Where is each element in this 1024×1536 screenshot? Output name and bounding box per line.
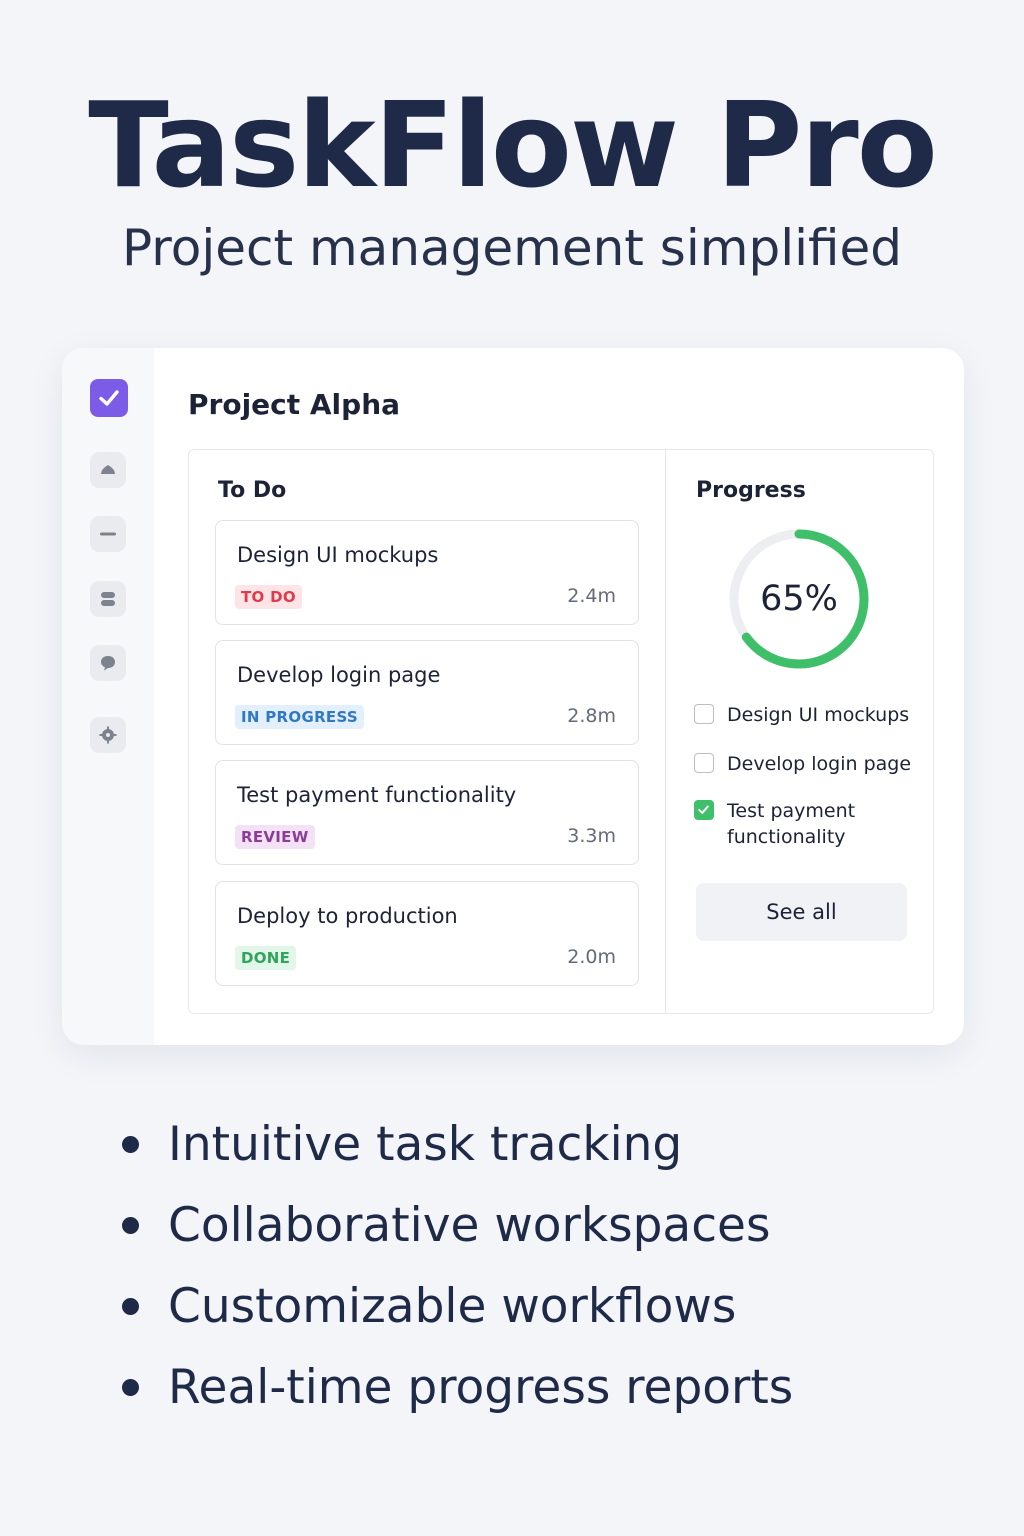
status-badge: DONE [235, 946, 297, 970]
checkbox[interactable] [694, 800, 714, 820]
database-icon [101, 592, 115, 606]
app-logo[interactable] [90, 379, 128, 417]
task-title: Design UI mockups [237, 543, 439, 567]
feature-text: Real-time progress reports [168, 1360, 794, 1415]
home-icon [101, 465, 115, 474]
sidebar-item-settings[interactable] [90, 717, 126, 753]
sidebar-item-minus[interactable] [90, 516, 126, 552]
see-all-button[interactable]: See all [696, 883, 907, 941]
feature-item: Real-time progress reports [122, 1353, 982, 1434]
feature-text: Collaborative workspaces [168, 1198, 771, 1253]
gear-icon [99, 726, 117, 744]
status-badge: REVIEW [235, 825, 315, 849]
task-title: Test payment functionality [237, 783, 517, 807]
feature-list: Intuitive task tracking Collaborative wo… [122, 1110, 982, 1434]
checklist-label: Test payment functionality [727, 800, 856, 848]
task-time: 2.8m [567, 705, 616, 727]
feature-item: Intuitive task tracking [122, 1110, 982, 1191]
task-card[interactable]: Design UI mockups TO DO 2.4m [215, 520, 639, 625]
chat-icon [101, 656, 115, 671]
hero-title: TaskFlow Pro [88, 76, 938, 214]
sidebar-item-database[interactable] [90, 581, 126, 617]
progress-percent: 65% [760, 579, 838, 619]
feature-text: Customizable workflows [168, 1279, 737, 1334]
task-time: 2.4m [567, 585, 616, 607]
feature-item: Customizable workflows [122, 1272, 982, 1353]
bullet-icon [122, 1136, 139, 1153]
task-card[interactable]: Test payment functionality REVIEW 3.3m [215, 760, 639, 865]
checklist-label: Develop login page [727, 753, 912, 775]
progress-panel: Progress 65% Design UI mockups Develop l… [666, 450, 933, 1013]
bullet-icon [122, 1298, 139, 1315]
task-title: Develop login page [237, 663, 441, 687]
bullet-icon [122, 1217, 139, 1234]
feature-text: Intuitive task tracking [168, 1117, 683, 1172]
status-badge: IN PROGRESS [235, 705, 364, 729]
sidebar-item-chat[interactable] [90, 645, 126, 681]
progress-title: Progress [696, 478, 806, 503]
todo-column: To Do Design UI mockups TO DO 2.4m Devel… [189, 450, 666, 1013]
project-board: To Do Design UI mockups TO DO 2.4m Devel… [188, 449, 934, 1014]
checkmark-icon [99, 390, 119, 406]
task-card[interactable]: Develop login page IN PROGRESS 2.8m [215, 640, 639, 745]
task-card[interactable]: Deploy to production DONE 2.0m [215, 881, 639, 986]
checkbox[interactable] [694, 704, 714, 724]
task-title: Deploy to production [237, 904, 458, 928]
feature-item: Collaborative workspaces [122, 1191, 982, 1272]
task-time: 3.3m [567, 825, 616, 847]
checkbox[interactable] [694, 753, 714, 773]
checklist-label: Design UI mockups [727, 704, 910, 726]
check-icon [698, 805, 709, 814]
todo-column-title: To Do [218, 478, 287, 503]
bullet-icon [122, 1379, 139, 1396]
task-time: 2.0m [567, 946, 616, 968]
project-title: Project Alpha [188, 388, 401, 421]
sidebar-item-home[interactable] [90, 452, 126, 488]
app-window: Project Alpha To Do Design UI mockups TO… [62, 348, 964, 1045]
sidebar [62, 348, 154, 1045]
minus-icon [100, 532, 116, 536]
hero-subtitle: Project management simplified [122, 219, 902, 277]
status-badge: TO DO [235, 585, 302, 609]
